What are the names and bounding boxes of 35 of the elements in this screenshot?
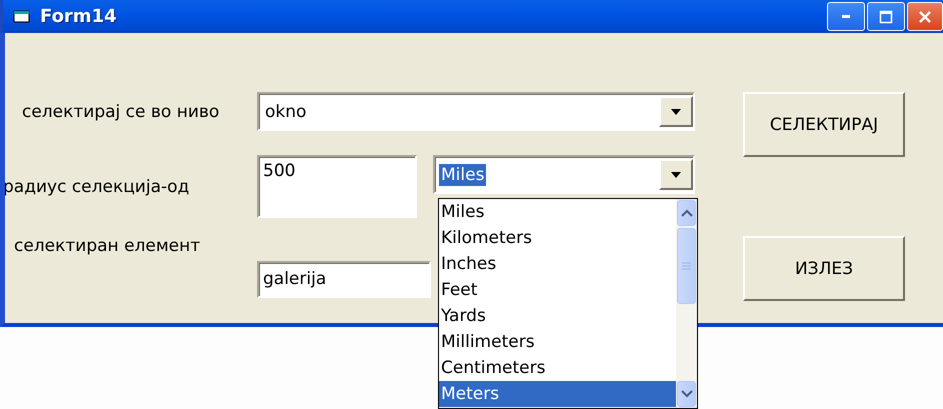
dropdown-field[interactable]: Miles [433, 155, 695, 194]
close-icon [918, 10, 932, 24]
list-option[interactable]: Millimeters [439, 329, 676, 355]
scroll-down-button[interactable] [677, 381, 696, 407]
list-option[interactable]: Feet [439, 277, 676, 303]
list-option[interactable]: Miles [439, 199, 676, 225]
dropdown-arrow-button[interactable] [659, 96, 693, 127]
caret-icon [671, 108, 681, 114]
list-option[interactable]: Centimeters [439, 355, 676, 381]
chevron-up-icon [680, 209, 692, 217]
grip-icon [682, 262, 691, 270]
list-option[interactable]: Yards [439, 303, 676, 329]
list-option[interactable]: Inches [439, 251, 676, 277]
close-button[interactable] [907, 2, 943, 31]
list-option[interactable]: Kilometers [439, 225, 676, 251]
scrollbar-thumb[interactable] [677, 228, 696, 304]
field-label: селектирај се во ниво [21, 102, 220, 122]
text-field[interactable]: galerija [257, 261, 431, 298]
chevron-down-icon [680, 390, 692, 398]
field-label: селектиран елемент [13, 236, 202, 256]
dropdown-arrow-button[interactable] [659, 159, 693, 190]
scroll-up-button[interactable] [677, 200, 696, 226]
dropdown-field[interactable]: okno [257, 92, 695, 131]
action-button[interactable]: СЕЛЕКТИРАЈ [743, 92, 905, 157]
minimize-button[interactable] [827, 2, 865, 31]
window-title: Form14 [40, 6, 117, 27]
minimize-icon [842, 15, 850, 18]
caret-icon [671, 172, 681, 178]
window-icon [13, 8, 31, 24]
action-button[interactable]: ИЗЛЕЗ [743, 236, 905, 301]
list-option[interactable]: Meters [439, 381, 676, 407]
maximize-button[interactable] [867, 2, 905, 31]
maximize-icon [879, 10, 893, 24]
scrollbar[interactable] [676, 199, 697, 408]
text-field[interactable]: 500 [257, 155, 417, 218]
